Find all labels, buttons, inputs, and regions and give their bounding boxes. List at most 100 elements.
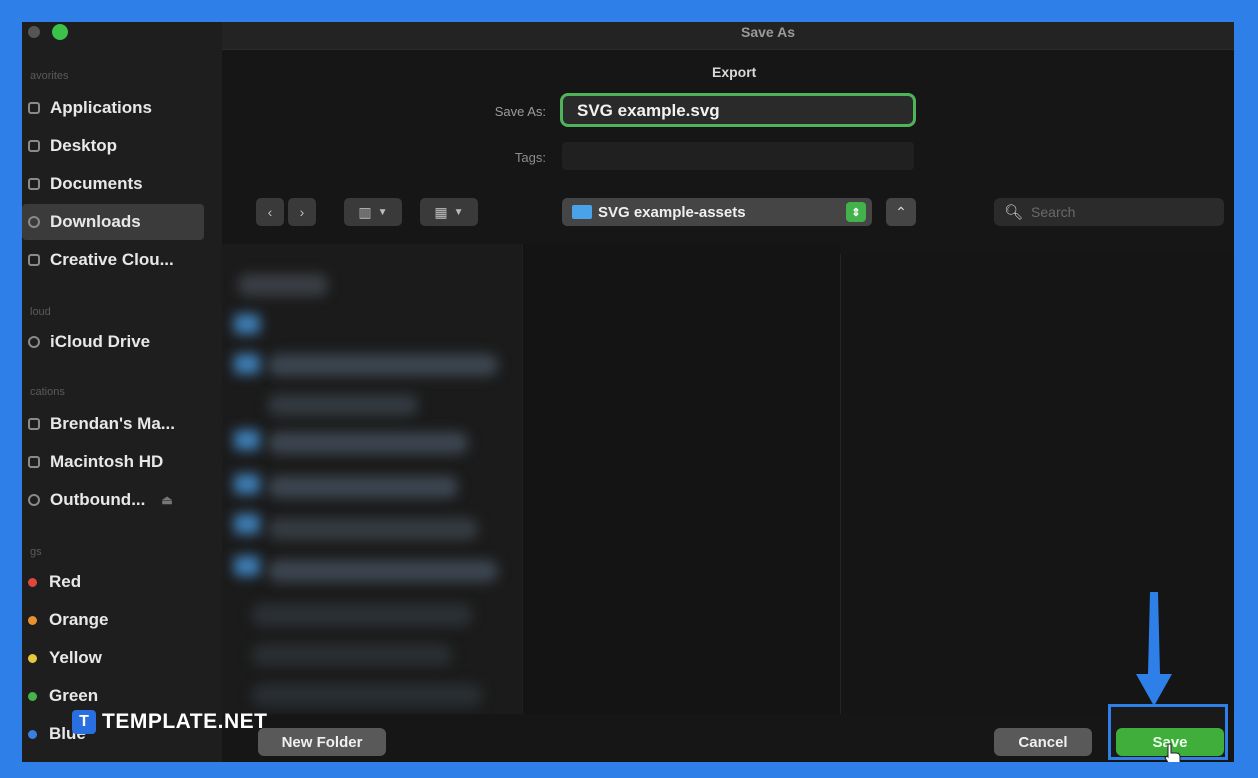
search-field[interactable]: 🔍︎ Search — [994, 198, 1224, 226]
sidebar-item-label: Desktop — [50, 136, 118, 155]
list-item[interactable] — [268, 560, 498, 582]
new-folder-button[interactable]: New Folder — [258, 728, 386, 756]
sidebar-item-creative-cloud[interactable]: Creative Clou... — [22, 242, 206, 278]
sidebar-tag-green[interactable]: Green — [22, 678, 206, 714]
location-stepper-icon: ⇕ — [846, 202, 866, 222]
search-placeholder: Search — [1031, 204, 1076, 220]
sidebar-item-desktop[interactable]: Desktop — [22, 128, 206, 164]
cloud-icon — [28, 336, 40, 348]
column-view-icon: ▥ — [358, 203, 372, 220]
list-item[interactable] — [268, 432, 468, 454]
sidebar-tag-orange[interactable]: Orange — [22, 602, 206, 638]
sidebar-item-documents[interactable]: Documents — [22, 166, 206, 202]
sidebar-item-macintosh-hd[interactable]: Macintosh HD — [22, 444, 206, 480]
favorites-header: avorites — [30, 70, 69, 82]
sidebar-item-applications[interactable]: Applications — [22, 90, 206, 126]
folder-icon — [572, 205, 592, 219]
list-item[interactable] — [268, 476, 458, 498]
sidebar-item-label: Downloads — [50, 212, 141, 231]
yellow-tag-dot-icon — [28, 653, 37, 663]
location-popup[interactable]: SVG example-assets ⇕ — [562, 198, 872, 226]
sidebar-item-label: Outbound... — [50, 490, 146, 509]
desktop-icon — [28, 140, 40, 152]
list-item[interactable] — [252, 604, 472, 626]
watermark-text: TEMPLATE.NET — [102, 710, 268, 733]
browser-column-1[interactable] — [222, 244, 522, 714]
blue-tag-dot-icon — [28, 729, 37, 739]
chevron-up-icon: ⌃ — [895, 203, 907, 220]
list-item[interactable] — [268, 394, 418, 416]
sidebar-item-label: Macintosh HD — [50, 452, 164, 471]
sidebar-item-label: Red — [49, 572, 82, 591]
sidebar-item-label: iCloud Drive — [50, 332, 151, 351]
template-logo-icon: T — [72, 710, 96, 734]
folder-icon — [234, 430, 260, 450]
locations-header: cations — [30, 386, 65, 398]
sidebar-item-label: Yellow — [49, 648, 102, 667]
list-item[interactable] — [268, 518, 478, 540]
red-tag-dot-icon — [28, 577, 37, 587]
search-icon: 🔍︎ — [1004, 204, 1024, 221]
tags-header: gs — [30, 546, 42, 558]
pointer-arrow-icon — [1136, 592, 1172, 706]
list-item[interactable] — [252, 644, 452, 666]
zoom-window-button[interactable] — [52, 24, 68, 40]
cancel-button[interactable]: Cancel — [994, 728, 1092, 756]
sidebar-item-label: Green — [49, 686, 99, 705]
sidebar-item-label: Documents — [50, 174, 143, 193]
hard-drive-icon — [28, 456, 40, 468]
chevron-right-icon: › — [299, 204, 305, 220]
location-label: SVG example-assets — [598, 203, 746, 221]
sidebar-item-downloads[interactable]: Downloads — [22, 204, 204, 240]
laptop-icon — [28, 418, 40, 430]
grid-view-icon: ▦ — [434, 203, 448, 220]
dialog-title: Save As — [741, 24, 795, 40]
list-item[interactable] — [268, 354, 498, 376]
list-item[interactable] — [252, 684, 482, 706]
chevron-left-icon: ‹ — [267, 204, 273, 220]
sidebar-item-icloud-drive[interactable]: iCloud Drive — [22, 324, 206, 360]
sidebar-item-label: Brendan's Ma... — [50, 414, 175, 433]
save-dialog: avorites Applications Desktop Documents … — [22, 22, 1234, 762]
chevron-down-icon: ▼ — [453, 206, 464, 218]
back-button[interactable]: ‹ — [256, 198, 284, 226]
export-heading: Export — [712, 64, 757, 80]
sidebar-item-label: Applications — [50, 98, 153, 117]
sidebar-item-label: Orange — [49, 610, 109, 629]
sidebar: avorites Applications Desktop Documents … — [22, 22, 222, 762]
sidebar-item-outbound[interactable]: Outbound... ⏏ — [22, 482, 206, 518]
group-by-button[interactable]: ▦ ▼ — [420, 198, 478, 226]
applications-icon — [28, 102, 40, 114]
network-drive-icon — [28, 494, 40, 506]
save-as-label: Save As: — [494, 104, 546, 119]
hand-cursor-icon — [1164, 743, 1181, 762]
sidebar-item-computer[interactable]: Brendan's Ma... — [22, 406, 206, 442]
chevron-down-icon: ▼ — [377, 206, 388, 218]
icloud-header: loud — [30, 306, 51, 318]
preview-column — [840, 254, 1234, 714]
folder-icon — [28, 254, 40, 266]
tags-input[interactable] — [562, 142, 914, 170]
filename-input[interactable]: SVG example.svg — [560, 93, 916, 127]
folder-icon — [234, 556, 260, 576]
downloads-icon — [28, 216, 40, 228]
eject-icon[interactable]: ⏏ — [161, 493, 172, 507]
tags-label: Tags: — [514, 150, 546, 165]
file-browser — [222, 244, 1234, 714]
orange-tag-dot-icon — [28, 615, 37, 625]
green-tag-dot-icon — [28, 691, 37, 701]
sidebar-tag-red[interactable]: Red — [22, 564, 206, 600]
list-item[interactable] — [238, 274, 328, 296]
forward-button[interactable]: › — [288, 198, 316, 226]
folder-icon — [234, 514, 260, 534]
folder-icon — [234, 314, 260, 334]
window-control-dot[interactable] — [28, 26, 40, 38]
collapse-button[interactable]: ⌃ — [886, 198, 916, 226]
documents-icon — [28, 178, 40, 190]
title-bar: Save As — [222, 22, 1234, 50]
browser-column-2[interactable] — [522, 244, 840, 714]
watermark: T TEMPLATE.NET — [72, 710, 267, 734]
sidebar-item-label: Creative Clou... — [50, 250, 174, 269]
view-mode-button[interactable]: ▥ ▼ — [344, 198, 402, 226]
sidebar-tag-yellow[interactable]: Yellow — [22, 640, 206, 676]
